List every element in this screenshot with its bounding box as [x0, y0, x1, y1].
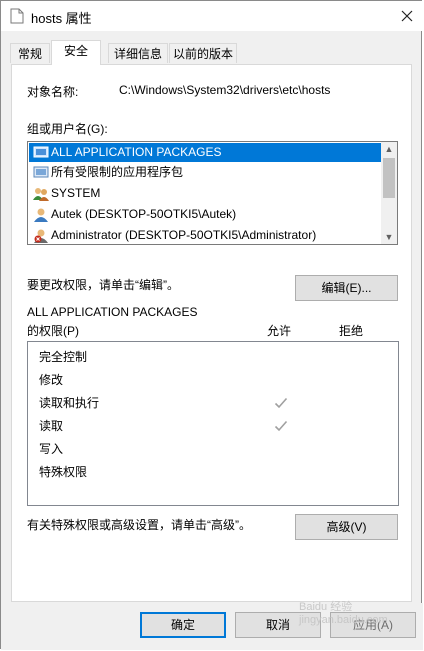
- edit-button[interactable]: 编辑(E)...: [295, 275, 398, 301]
- ok-button[interactable]: 确定: [140, 612, 226, 638]
- list-item[interactable]: Administrator (DESKTOP-50OTKI5\Administr…: [29, 226, 381, 244]
- file-icon: [10, 8, 24, 24]
- advanced-hint: 有关特殊权限或高级设置，请单击“高级”。: [27, 518, 251, 532]
- groups-scrollbar[interactable]: ▲ ▼: [381, 142, 397, 244]
- tab-details[interactable]: 详细信息: [108, 43, 168, 63]
- list-item-label: SYSTEM: [51, 186, 101, 200]
- permission-label: 读取和执行: [39, 396, 100, 410]
- permission-row: 写入: [39, 439, 63, 459]
- allow-column-header: 允许: [267, 324, 292, 338]
- tab-label: 详细信息: [113, 47, 162, 61]
- permission-label: 写入: [39, 442, 64, 456]
- list-item[interactable]: SYSTEM: [29, 184, 381, 203]
- scroll-up-icon[interactable]: ▲: [381, 142, 397, 156]
- permission-row: 特殊权限: [39, 462, 87, 482]
- tab-label: 常规: [17, 47, 42, 61]
- close-button[interactable]: [391, 1, 423, 31]
- tab-previous-versions[interactable]: 以前的版本: [169, 43, 237, 63]
- deny-column-header: 拒绝: [339, 324, 364, 338]
- permission-row: 读取: [39, 416, 63, 436]
- list-item-label: Autek (DESKTOP-50OTKI5\Autek): [51, 207, 237, 221]
- allow-checkmark-icon: [274, 420, 288, 432]
- list-item[interactable]: 所有受限制的应用程序包: [29, 163, 381, 182]
- close-icon: [401, 10, 413, 22]
- list-item[interactable]: ALL APPLICATION PACKAGES: [29, 143, 381, 162]
- permission-row: 修改: [39, 370, 63, 390]
- admin-user-icon: [34, 229, 48, 243]
- scroll-thumb[interactable]: [383, 158, 395, 198]
- allow-checkmark-icon: [274, 397, 288, 409]
- permission-row: 读取和执行: [39, 393, 99, 413]
- list-item-label: 所有受限制的应用程序包: [51, 165, 184, 179]
- baidu-watermark: Baidu 经验 jingyan.baidu.com: [299, 601, 388, 626]
- list-item[interactable]: Autek (DESKTOP-50OTKI5\Autek): [29, 205, 381, 224]
- users-group-icon: [33, 188, 49, 201]
- object-name-label: 对象名称:: [27, 85, 79, 99]
- app-packages-icon: [33, 146, 49, 158]
- object-name-value: C:\Windows\System32\drivers\etc\hosts: [119, 83, 331, 97]
- groups-label: 组或用户名(G):: [27, 122, 108, 136]
- tab-general[interactable]: 常规: [10, 43, 50, 63]
- scroll-down-icon[interactable]: ▼: [381, 230, 397, 244]
- permission-row: 完全控制: [39, 347, 87, 367]
- list-item-label: Administrator (DESKTOP-50OTKI5\Administr…: [51, 228, 317, 242]
- window-title: hosts 属性: [31, 11, 92, 26]
- permissions-subtitle: 的权限(P): [27, 324, 79, 338]
- advanced-button[interactable]: 高级(V): [295, 514, 398, 540]
- tab-label: 以前的版本: [172, 47, 233, 61]
- tab-security[interactable]: 安全: [51, 40, 101, 65]
- permission-label: 特殊权限: [39, 465, 88, 479]
- permissions-title: ALL APPLICATION PACKAGES: [27, 305, 198, 319]
- list-item-label: ALL APPLICATION PACKAGES: [51, 145, 222, 159]
- title-bar: hosts 属性: [1, 1, 423, 31]
- change-permissions-hint: 要更改权限，请单击“编辑”。: [27, 278, 179, 292]
- groups-listbox[interactable]: ALL APPLICATION PACKAGES 所有受限制的应用程序包 SYS…: [27, 141, 398, 245]
- permissions-list: 完全控制 修改 读取和执行 读取 写入 特殊权限: [27, 341, 399, 506]
- permission-label: 完全控制: [39, 350, 88, 364]
- tab-label: 安全: [63, 44, 88, 58]
- user-icon: [34, 208, 48, 222]
- permission-label: 修改: [39, 373, 64, 387]
- permission-label: 读取: [39, 419, 64, 433]
- app-packages-icon: [33, 166, 49, 178]
- properties-dialog: hosts 属性 常规 安全 详细信息 以前的版本 对象名称: C:\Windo…: [0, 0, 423, 650]
